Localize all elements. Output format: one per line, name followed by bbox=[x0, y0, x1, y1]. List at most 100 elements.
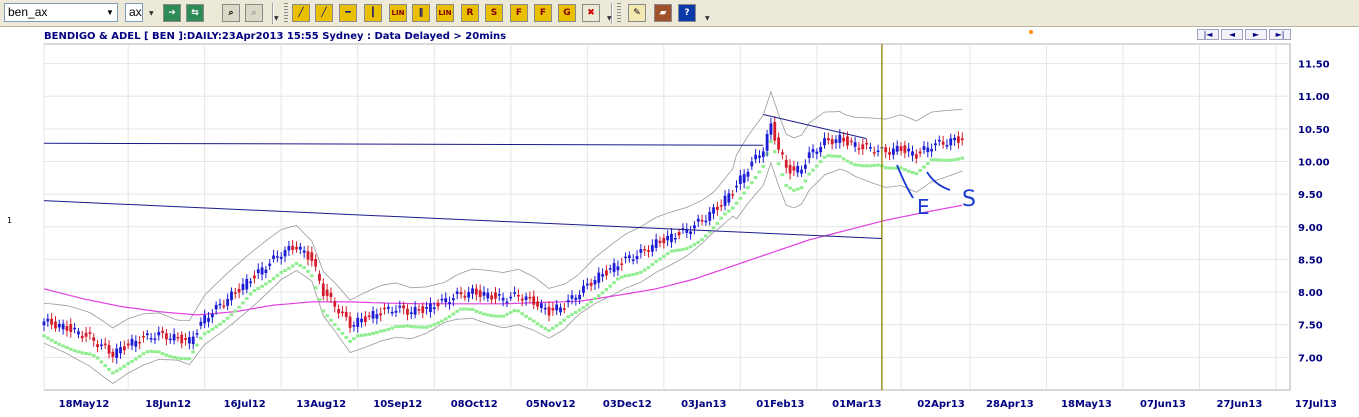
stop-marker bbox=[623, 274, 628, 278]
candle-body bbox=[363, 316, 367, 323]
stop-marker bbox=[118, 367, 123, 371]
chevron-down-icon[interactable]: ▼ bbox=[103, 4, 117, 21]
stop-marker bbox=[505, 312, 509, 316]
help-icon[interactable]: ? bbox=[678, 4, 696, 22]
stop-marker bbox=[95, 356, 100, 360]
candle-body bbox=[413, 306, 417, 315]
stop-marker bbox=[929, 158, 934, 162]
candle-body bbox=[941, 141, 945, 145]
stop-marker bbox=[834, 154, 838, 158]
stop-marker bbox=[42, 334, 46, 338]
nav-next-button[interactable]: ► bbox=[1245, 29, 1267, 40]
candle-body bbox=[478, 290, 482, 297]
fibonacci-ext-icon[interactable]: F bbox=[534, 4, 552, 22]
delete-drawing-icon[interactable]: ✖ bbox=[582, 4, 600, 22]
nav-first-button[interactable]: |◄ bbox=[1197, 29, 1219, 40]
candle-body bbox=[421, 306, 425, 314]
horizontal-line-icon[interactable]: ━ bbox=[339, 4, 357, 22]
stop-marker bbox=[887, 166, 892, 170]
candle-body bbox=[318, 273, 321, 281]
stop-marker bbox=[646, 265, 651, 269]
stop-marker bbox=[72, 349, 77, 353]
candle-body bbox=[145, 333, 149, 336]
stop-marker bbox=[436, 321, 440, 325]
candle-body bbox=[77, 331, 80, 335]
stop-marker bbox=[455, 309, 460, 313]
stop-marker bbox=[375, 330, 379, 334]
candle-body bbox=[627, 255, 631, 259]
candle-body bbox=[161, 330, 165, 333]
gann-icon[interactable]: G bbox=[558, 4, 576, 22]
symbol-value: ben_ax bbox=[8, 5, 48, 19]
stop-marker bbox=[589, 300, 593, 304]
candle-body bbox=[513, 292, 516, 294]
symbol-combo[interactable]: ben_ax ▼ bbox=[4, 3, 118, 22]
candle-body bbox=[578, 294, 582, 300]
candle-body bbox=[788, 165, 792, 174]
toolbar-overflow-icon[interactable]: ▼ bbox=[705, 14, 711, 24]
stop-marker bbox=[769, 139, 773, 143]
stop-marker bbox=[126, 362, 130, 366]
stop-marker bbox=[183, 357, 188, 361]
lin-icon[interactable]: LIN bbox=[389, 4, 407, 22]
notes-icon[interactable]: ✎ bbox=[628, 4, 646, 22]
stop-marker bbox=[899, 166, 903, 170]
draw-line-icon[interactable]: ╱ bbox=[292, 4, 310, 22]
candle-body bbox=[321, 283, 325, 296]
candle-body bbox=[111, 351, 115, 357]
exchange-dropdown-icon[interactable]: ▼ bbox=[149, 9, 155, 19]
vertical-line-icon[interactable]: ┃ bbox=[364, 4, 382, 22]
parallel-lines-icon[interactable]: ∥ bbox=[412, 4, 430, 22]
stop-marker bbox=[463, 307, 467, 311]
binoculars-icon[interactable]: ⌕ bbox=[222, 4, 240, 22]
candle-body bbox=[861, 144, 865, 150]
x-tick-label: 17Jul13 bbox=[1295, 399, 1337, 410]
candle-body bbox=[773, 121, 777, 141]
candle-body bbox=[903, 145, 907, 153]
lin-channel-icon[interactable]: LIN bbox=[436, 4, 454, 22]
stop-marker bbox=[948, 158, 953, 162]
exchange-combo[interactable]: ax bbox=[125, 3, 143, 22]
candle-body bbox=[612, 263, 616, 272]
x-tick-label: 18May12 bbox=[59, 399, 110, 410]
stop-marker bbox=[486, 313, 490, 317]
stop-marker bbox=[753, 175, 758, 179]
candle-body bbox=[287, 246, 291, 251]
refresh-icon[interactable]: ⇆ bbox=[186, 4, 204, 22]
book-icon[interactable]: ▰ bbox=[654, 4, 672, 22]
stop-marker bbox=[891, 166, 896, 170]
stop-marker bbox=[84, 352, 88, 356]
nav-last-button[interactable]: ►| bbox=[1269, 29, 1291, 40]
price-chart[interactable]: 11.50 11.00 10.50 10.00 9.50 9.00 8.50 8.00 7.50… bbox=[0, 27, 1359, 417]
candle-body bbox=[467, 292, 471, 298]
go-arrow-icon[interactable]: ➔ bbox=[163, 4, 181, 22]
candle-body bbox=[65, 326, 69, 331]
candle-body bbox=[348, 316, 352, 328]
annotation-s: S bbox=[962, 187, 976, 212]
stop-marker bbox=[883, 166, 888, 170]
candle-body bbox=[826, 138, 830, 141]
nav-prev-button[interactable]: ◄ bbox=[1221, 29, 1243, 40]
toolbar-grip[interactable] bbox=[617, 3, 621, 24]
candle-body bbox=[103, 343, 107, 346]
candle-body bbox=[153, 338, 157, 341]
speed-lines-icon[interactable]: S bbox=[485, 4, 503, 22]
candle-body bbox=[907, 148, 911, 152]
toolbar-overflow-icon[interactable]: ▼ bbox=[607, 14, 613, 24]
trend-line-icon[interactable]: ╱ bbox=[315, 4, 333, 22]
candle-body bbox=[957, 136, 960, 143]
fibonacci-icon[interactable]: F bbox=[510, 4, 528, 22]
binoculars-disabled-icon[interactable]: ⌕ bbox=[245, 4, 263, 22]
stop-marker bbox=[382, 328, 387, 332]
stop-marker bbox=[780, 173, 785, 177]
stop-marker bbox=[352, 337, 356, 341]
stop-marker bbox=[298, 264, 303, 268]
candle-body bbox=[283, 250, 287, 257]
stop-marker bbox=[776, 162, 781, 166]
candle-body bbox=[601, 274, 604, 277]
toolbar-grip[interactable] bbox=[284, 3, 288, 24]
stop-marker bbox=[46, 336, 50, 340]
candle-body bbox=[501, 297, 505, 301]
retracement-icon[interactable]: R bbox=[461, 4, 479, 22]
toolbar-overflow-icon[interactable]: ▼ bbox=[274, 14, 280, 24]
